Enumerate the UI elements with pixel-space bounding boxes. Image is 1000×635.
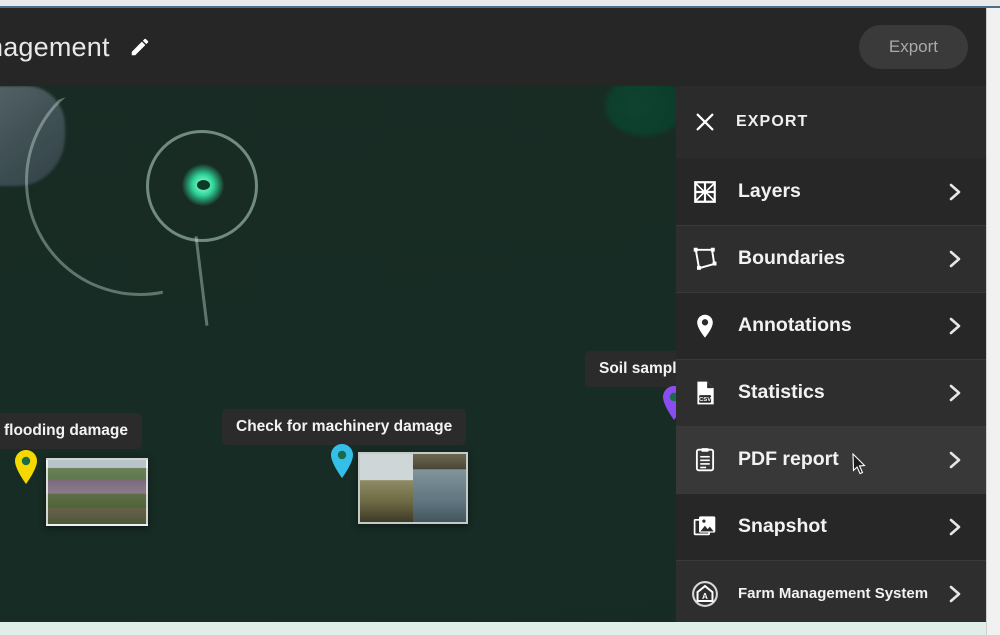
export-option-label: Boundaries [738, 247, 846, 270]
thumbnail-image-a [360, 454, 413, 522]
chevron-right-icon [944, 583, 966, 605]
document-icon [690, 445, 720, 475]
export-panel-title: EXPORT [736, 113, 809, 130]
image-icon [690, 512, 720, 542]
map-label-flooding-damage[interactable]: flooding damage [0, 413, 142, 449]
map-pin-icon [690, 311, 720, 341]
chevron-right-icon [944, 248, 966, 270]
export-option-label: Farm Management System [738, 584, 929, 602]
close-icon[interactable] [690, 107, 720, 137]
chevron-right-icon [944, 382, 966, 404]
map-pin-machinery-damage[interactable] [330, 444, 354, 478]
chevron-right-icon [944, 181, 966, 203]
pencil-icon[interactable] [128, 35, 152, 59]
export-option-label: Annotations [738, 314, 852, 337]
page-title: nagement [0, 31, 110, 62]
marker-thumbnail-flooding[interactable] [46, 458, 148, 526]
app-root: nagement Export flooding damage Check fo… [0, 0, 1000, 635]
export-option-pdf-report[interactable]: PDF report [676, 426, 986, 493]
export-option-label: Layers [738, 179, 801, 202]
export-option-label: Snapshot [738, 515, 827, 538]
export-option-label: Statistics [738, 381, 825, 404]
svg-text:A: A [702, 592, 708, 601]
export-option-list: Layers Boundaries Annotations CSV Statis… [676, 158, 986, 622]
chevron-right-icon [944, 516, 966, 538]
csv-file-icon: CSV [690, 378, 720, 408]
app-header: nagement Export [0, 8, 986, 86]
export-option-boundaries[interactable]: Boundaries [676, 225, 986, 292]
export-panel: EXPORT Layers Boundaries Annotations CSV… [676, 86, 986, 622]
svg-text:CSV: CSV [699, 397, 711, 403]
chevron-right-icon [944, 315, 966, 337]
export-option-annotations[interactable]: Annotations [676, 292, 986, 359]
export-option-snapshot[interactable]: Snapshot [676, 493, 986, 560]
layers-icon [690, 177, 720, 207]
browser-scrollbar-gutter[interactable] [986, 8, 1000, 635]
thumbnail-image-b [413, 454, 466, 522]
export-panel-header: EXPORT [676, 86, 986, 158]
map-pin-flooding-damage[interactable] [14, 450, 38, 484]
export-button[interactable]: Export [858, 25, 968, 69]
browser-top-accent-line [0, 6, 1000, 8]
export-option-label: PDF report [738, 448, 839, 471]
map-label-machinery-damage[interactable]: Check for machinery damage [222, 409, 467, 445]
export-option-farm-management-system[interactable]: A Farm Management System [676, 560, 986, 622]
export-option-statistics[interactable]: CSV Statistics [676, 359, 986, 426]
export-option-layers[interactable]: Layers [676, 158, 986, 225]
polygon-icon [690, 244, 720, 274]
chevron-right-icon [944, 449, 966, 471]
page-bottom-strip [0, 622, 986, 635]
marker-thumbnail-machinery[interactable] [358, 452, 468, 524]
farm-house-icon: A [690, 579, 720, 609]
map-pivot-hub [182, 164, 224, 206]
